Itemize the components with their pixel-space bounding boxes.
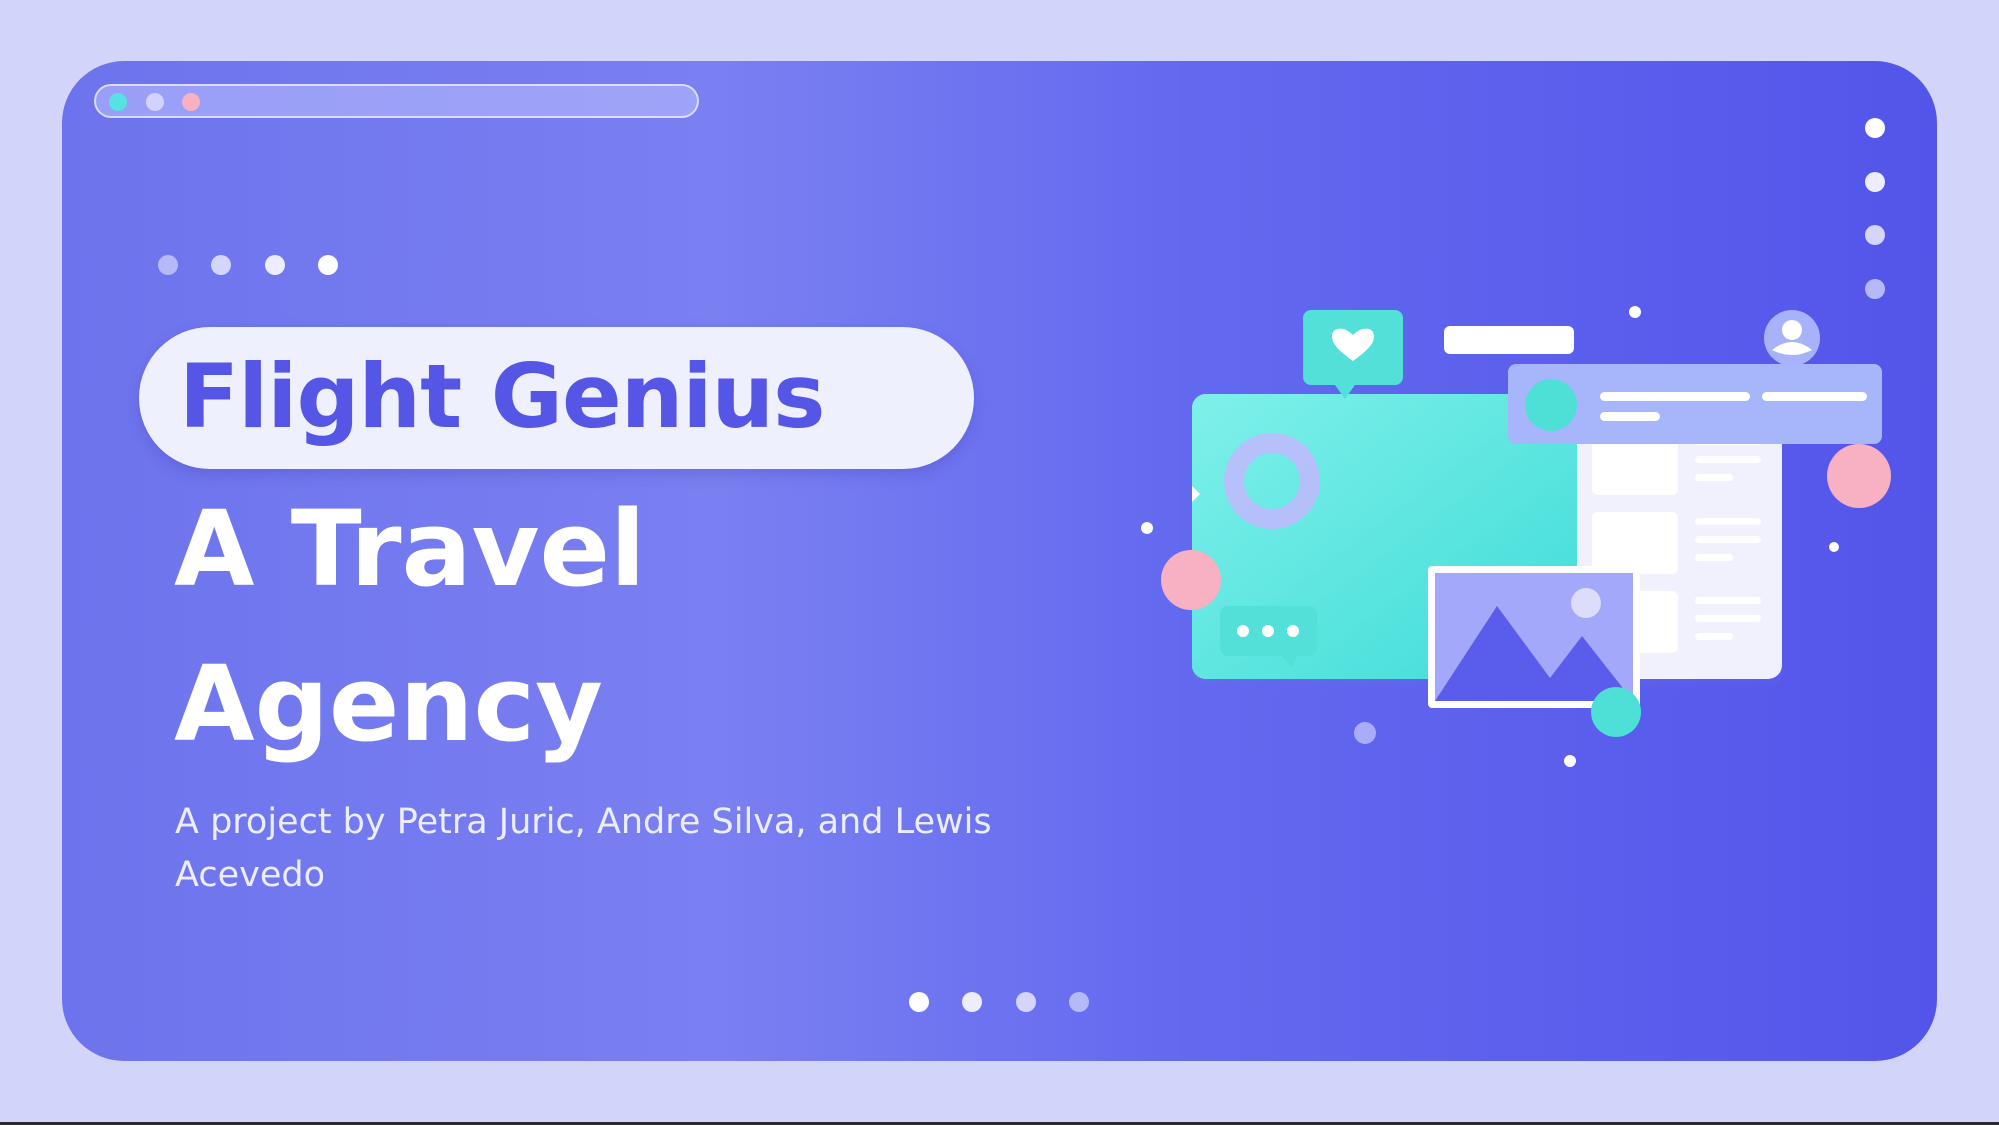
heart-icon: [1303, 310, 1403, 399]
heading-line-1: A Travel: [174, 488, 646, 610]
decor-dot: [318, 255, 338, 275]
teal-circle: [1591, 687, 1641, 737]
decor-dot: [265, 255, 285, 275]
slide-subtitle: A project by Petra Juric, Andre Silva, a…: [175, 802, 992, 895]
decor-dot: [909, 992, 929, 1012]
image-placeholder-icon: [1428, 566, 1640, 708]
search-bar-stub: [1444, 326, 1574, 354]
decor-dot: [1865, 225, 1885, 245]
website-illustration: [1141, 306, 1891, 767]
decor-dot: [1865, 118, 1885, 138]
sparkle-dot: [1629, 306, 1641, 318]
decor-dot: [211, 255, 231, 275]
browser-address-bar: [94, 84, 699, 118]
window-dot-teal: [109, 93, 127, 111]
window-dot-lavender: [146, 93, 164, 111]
sparkle-dot: [1141, 522, 1153, 534]
sparkle-dot: [1564, 755, 1576, 767]
profile-card-avatar: [1525, 379, 1577, 431]
decor-dot: [962, 992, 982, 1012]
pink-circle: [1827, 444, 1891, 508]
pink-circle: [1161, 550, 1221, 610]
slide-title: Flight Genius: [179, 345, 826, 448]
decor-dot: [1865, 172, 1885, 192]
decor-dot: [1016, 992, 1036, 1012]
sparkle-dot: [1829, 542, 1839, 552]
title-slide: Flight Genius A Travel Agency A project …: [62, 61, 1937, 1061]
window-dot-pink: [182, 93, 200, 111]
heading-line-2: Agency: [174, 643, 603, 765]
decor-dot: [1865, 279, 1885, 299]
decor-dot: [1069, 992, 1089, 1012]
decor-dot: [158, 255, 178, 275]
sparkle-dot: [1354, 722, 1376, 744]
user-avatar-icon: [1764, 310, 1820, 366]
title-pill: Flight Genius: [139, 327, 974, 469]
